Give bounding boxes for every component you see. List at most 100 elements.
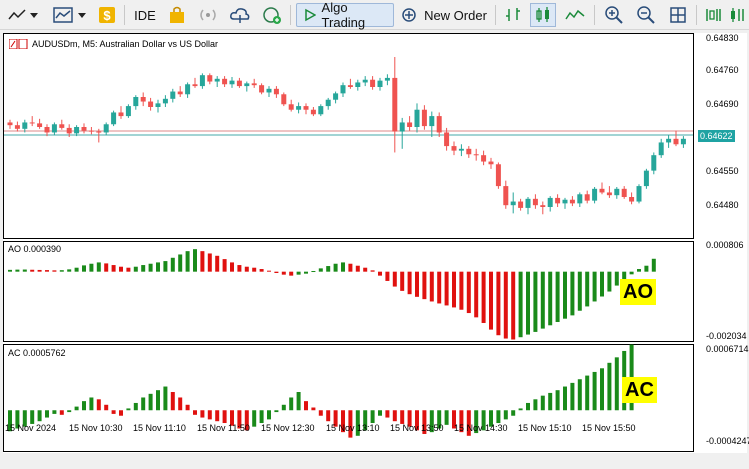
candle <box>236 80 242 87</box>
candle <box>414 109 420 127</box>
candle <box>259 85 265 93</box>
candle <box>355 82 361 87</box>
candle <box>481 155 487 162</box>
bar-chart-icon[interactable] <box>502 3 524 27</box>
globe-add-icon[interactable] <box>260 3 284 27</box>
chart-window[interactable]: AUDUSDm, M5: Australian Dollar vs US Dol… <box>3 33 749 453</box>
price-axis-label: 0.64760 <box>706 65 739 75</box>
ao-bar <box>644 265 649 272</box>
candle <box>296 106 302 110</box>
candle <box>125 106 131 117</box>
candle <box>244 83 250 87</box>
ao-bar <box>400 271 405 291</box>
ac-axis-top: 0.0006714 <box>706 344 749 354</box>
candle <box>658 142 664 156</box>
candle <box>140 97 146 102</box>
ao-bar <box>341 262 345 272</box>
candle <box>532 198 538 206</box>
chevron-down-icon[interactable] <box>28 3 40 27</box>
ao-bar <box>207 253 212 272</box>
candle <box>540 205 546 207</box>
candle <box>266 88 272 93</box>
shopping-bag-icon[interactable] <box>166 3 188 27</box>
ac-bar <box>82 401 86 411</box>
candle <box>22 122 28 129</box>
candle <box>547 197 553 207</box>
line-chart-icon[interactable] <box>562 3 588 27</box>
candle <box>192 84 198 87</box>
ac-bar <box>163 386 168 411</box>
chart-shift-icon[interactable] <box>728 3 748 27</box>
chevron-down-icon[interactable] <box>76 3 88 27</box>
new-order-label: New Order <box>424 7 487 23</box>
ao-bar <box>126 267 131 272</box>
candle <box>562 199 568 204</box>
ac-bar <box>577 379 582 411</box>
new-order-button[interactable]: New Order <box>400 3 488 27</box>
ao-bar <box>215 255 220 272</box>
candle <box>229 80 235 85</box>
candle <box>170 91 176 99</box>
ao-bar <box>111 265 116 272</box>
candlestick-icon[interactable] <box>530 3 556 27</box>
time-axis-label: 15 Nov 11:10 <box>133 423 186 433</box>
chart-header: AUDUSDm, M5: Australian Dollar vs US Dol… <box>9 39 218 49</box>
ac-bar <box>296 392 301 411</box>
ac-axis-bottom: -0.0004247 <box>706 436 749 446</box>
ao-bar <box>600 271 604 297</box>
ao-bar <box>318 268 323 272</box>
ao-bar <box>629 271 634 275</box>
ao-bar <box>8 269 12 272</box>
candle <box>592 188 598 201</box>
auto-scroll-icon[interactable] <box>702 3 726 27</box>
ao-bar <box>363 267 368 272</box>
candle <box>273 88 279 95</box>
ao-bar <box>533 271 538 332</box>
ao-bar <box>156 262 160 272</box>
ac-bar <box>111 410 116 414</box>
ac-tag: AC <box>622 377 657 403</box>
chart-line-icon[interactable] <box>6 3 28 27</box>
price-axis-label: 0.64690 <box>706 99 739 109</box>
ac-bar <box>614 357 619 411</box>
algo-trading-button[interactable]: Algo Trading <box>296 0 394 30</box>
grid-icon[interactable] <box>666 3 690 27</box>
ao-bar <box>555 271 560 322</box>
ac-bar <box>563 386 567 411</box>
candle <box>518 201 524 208</box>
candle <box>370 79 376 87</box>
candle <box>451 146 457 151</box>
ao-bar <box>252 267 257 272</box>
ac-bar <box>141 397 146 411</box>
dollar-icon[interactable]: $ <box>96 3 118 27</box>
zoom-in-icon[interactable] <box>602 3 626 27</box>
ac-bar <box>378 410 382 416</box>
ac-bar <box>392 410 397 422</box>
candle <box>185 84 191 95</box>
ao-bar <box>267 270 271 272</box>
ac-bar <box>133 402 138 411</box>
ac-bar <box>289 397 294 411</box>
ao-bar <box>163 261 168 272</box>
candle <box>510 201 516 206</box>
ao-bar <box>193 249 197 272</box>
chart-template-icon[interactable] <box>50 3 76 27</box>
ide-button[interactable]: IDE <box>132 3 158 27</box>
signal-icon[interactable] <box>196 3 220 27</box>
candle <box>7 122 13 126</box>
candle <box>473 154 479 156</box>
candle <box>103 124 109 133</box>
candle <box>14 125 20 129</box>
ac-bar <box>222 410 227 424</box>
cloud-icon[interactable] <box>228 3 252 27</box>
candle <box>59 124 65 128</box>
time-axis-label: 15 Nov 12:30 <box>261 423 315 433</box>
ao-bar <box>348 263 353 272</box>
candle <box>29 122 35 124</box>
price-pane <box>3 33 694 239</box>
ao-bar <box>526 271 530 335</box>
zoom-out-icon[interactable] <box>634 3 658 27</box>
candle <box>281 94 287 105</box>
ao-bar <box>259 269 264 272</box>
ac-bar <box>96 399 101 411</box>
